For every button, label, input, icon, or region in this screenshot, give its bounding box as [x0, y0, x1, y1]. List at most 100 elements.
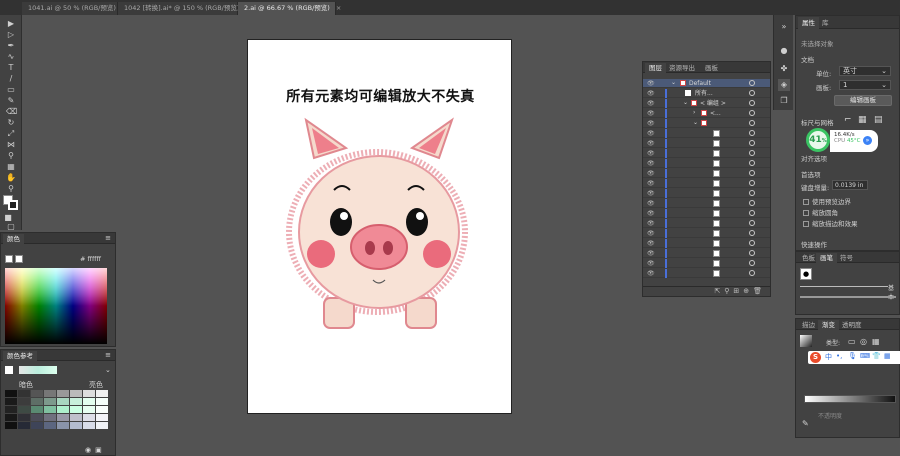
- skin-icon[interactable]: 👕: [872, 352, 881, 360]
- eye-icon[interactable]: 👁: [647, 80, 655, 87]
- eye-icon[interactable]: 👁: [647, 130, 655, 137]
- eye-icon[interactable]: 👁: [647, 250, 655, 257]
- freeform-gradient-icon[interactable]: ▦: [872, 337, 880, 346]
- eye-icon[interactable]: 👁: [647, 230, 655, 237]
- target-icon[interactable]: [749, 100, 755, 106]
- rotate-tool-icon[interactable]: ↻: [6, 118, 16, 127]
- chevron-down-icon[interactable]: ⌄: [683, 99, 688, 106]
- scale-tool-icon[interactable]: ⤢: [6, 129, 16, 138]
- target-icon[interactable]: [749, 200, 755, 206]
- tab-brushes[interactable]: 画笔: [816, 253, 837, 263]
- eye-icon[interactable]: 👁: [647, 120, 655, 127]
- brush-stroke-preview[interactable]: [800, 286, 888, 287]
- target-icon[interactable]: [749, 170, 755, 176]
- layer-name[interactable]: <...: [710, 109, 721, 118]
- linear-gradient-icon[interactable]: ▭: [848, 337, 856, 346]
- target-icon[interactable]: [749, 140, 755, 146]
- tab-gradient[interactable]: 渐变: [818, 320, 839, 330]
- brush-dot-icon[interactable]: ●: [800, 268, 812, 280]
- direct-selection-icon[interactable]: ▷: [6, 30, 16, 39]
- rectangle-tool-icon[interactable]: ▭: [6, 85, 16, 94]
- stroke-color-chip[interactable]: [15, 255, 23, 263]
- chevron-right-icon[interactable]: ›: [693, 109, 695, 116]
- eye-icon[interactable]: 👁: [647, 110, 655, 117]
- appearance-icon[interactable]: ●: [778, 45, 790, 57]
- layer-row[interactable]: 👁 ⌄: [643, 119, 770, 128]
- target-icon[interactable]: [749, 80, 755, 86]
- base-color-chip[interactable]: [5, 366, 13, 374]
- layer-name[interactable]: < 编组 >: [700, 99, 726, 108]
- menu-icon[interactable]: ≡: [105, 234, 111, 242]
- swatch-icon[interactable]: ▣: [95, 446, 106, 454]
- layer-row[interactable]: 👁: [643, 239, 770, 248]
- tab-document-1042[interactable]: 1042 [转换].ai* @ 150 % (RGB/预览)×: [118, 2, 251, 15]
- export-icon[interactable]: ⇱: [714, 287, 724, 295]
- fill-color-chip[interactable]: [5, 255, 13, 263]
- tab-color-guide[interactable]: 颜色参考: [3, 351, 37, 361]
- layer-row[interactable]: 👁: [643, 259, 770, 268]
- target-icon[interactable]: [749, 120, 755, 126]
- grid-icon[interactable]: ▦: [858, 115, 867, 125]
- eye-icon[interactable]: 👁: [647, 270, 655, 277]
- brush-slider[interactable]: [800, 296, 896, 298]
- rulers-icon[interactable]: ⌐: [844, 115, 852, 125]
- target-icon[interactable]: [749, 160, 755, 166]
- tab-document-2[interactable]: 2.ai @ 66.67 % (RGB/预览) ×: [238, 2, 341, 15]
- gradient-preview[interactable]: [800, 335, 812, 347]
- color-mode-icon[interactable]: ■: [3, 213, 13, 222]
- layer-row[interactable]: 👁: [643, 229, 770, 238]
- radial-gradient-icon[interactable]: ◎: [860, 337, 867, 346]
- punctuation-icon[interactable]: •,: [836, 352, 842, 360]
- target-icon[interactable]: [749, 90, 755, 96]
- target-icon[interactable]: [749, 130, 755, 136]
- target-icon[interactable]: [749, 210, 755, 216]
- toolbox-icon[interactable]: ▦: [884, 352, 891, 360]
- layer-row[interactable]: 👁 所有...: [643, 89, 770, 98]
- layer-row[interactable]: 👁: [643, 189, 770, 198]
- type-tool-icon[interactable]: T: [6, 63, 16, 72]
- screen-mode-icon[interactable]: ▢: [6, 222, 16, 231]
- tab-color[interactable]: 颜色: [3, 234, 24, 244]
- layer-row[interactable]: 👁: [643, 269, 770, 278]
- eyedropper-icon[interactable]: ✎: [802, 419, 809, 428]
- accelerate-icon[interactable]: »: [863, 136, 872, 145]
- new-sublayer-icon[interactable]: ⊞: [733, 287, 743, 295]
- eye-icon[interactable]: 👁: [647, 240, 655, 247]
- curvature-tool-icon[interactable]: ∿: [6, 52, 16, 61]
- gradient-tool-icon[interactable]: ▦: [6, 162, 16, 171]
- unit-select[interactable]: 英寸 ⌄: [839, 66, 891, 76]
- performance-gauge[interactable]: 41%: [806, 128, 830, 152]
- width-tool-icon[interactable]: ⋈: [6, 140, 16, 149]
- eye-icon[interactable]: 👁: [647, 170, 655, 177]
- layer-row[interactable]: 👁: [643, 159, 770, 168]
- ime-logo-icon[interactable]: S: [810, 352, 821, 363]
- target-icon[interactable]: [749, 250, 755, 256]
- selection-tool-icon[interactable]: ▶: [6, 19, 16, 28]
- target-icon[interactable]: [749, 260, 755, 266]
- pixel-grid-icon[interactable]: ▤: [874, 115, 883, 125]
- target-icon[interactable]: [749, 150, 755, 156]
- eye-icon[interactable]: 👁: [647, 160, 655, 167]
- line-tool-icon[interactable]: /: [6, 74, 16, 83]
- pig-illustration[interactable]: [284, 110, 474, 345]
- layer-row[interactable]: 👁: [643, 179, 770, 188]
- eraser-tool-icon[interactable]: ⌫: [6, 107, 17, 116]
- symbols-icon[interactable]: ✤: [778, 63, 790, 75]
- layer-name[interactable]: 所有...: [695, 89, 713, 98]
- chevron-down-icon[interactable]: ⌄: [105, 366, 111, 374]
- layer-row[interactable]: 👁: [643, 139, 770, 148]
- tab-stroke[interactable]: 描边: [798, 320, 819, 330]
- target-icon[interactable]: [749, 230, 755, 236]
- layer-name[interactable]: Default: [689, 79, 711, 88]
- artboard[interactable]: 所有元素均可编辑放大不失真: [247, 39, 512, 414]
- layer-row[interactable]: 👁: [643, 129, 770, 138]
- scale-corners-checkbox[interactable]: 缩放圆角: [803, 207, 838, 217]
- tab-asset-export[interactable]: 资源导出: [665, 63, 699, 73]
- close-icon[interactable]: ×: [336, 4, 341, 12]
- tab-properties[interactable]: 属性: [798, 17, 819, 29]
- layer-row[interactable]: 👁: [643, 149, 770, 158]
- tab-libraries[interactable]: 库: [818, 17, 833, 29]
- layer-row[interactable]: 👁: [643, 199, 770, 208]
- new-layer-icon[interactable]: ⊕: [743, 287, 753, 295]
- tab-artboards[interactable]: 画板: [701, 63, 722, 73]
